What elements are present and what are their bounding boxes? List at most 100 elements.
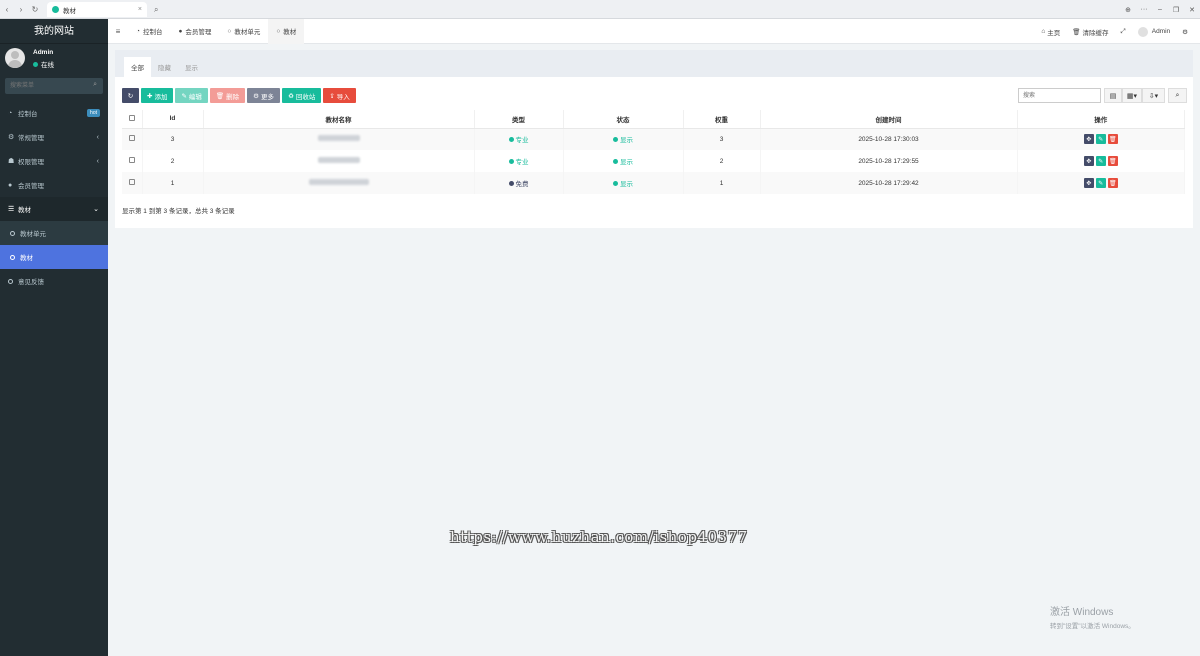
favicon-icon xyxy=(52,6,59,13)
tab-all[interactable]: 全部 xyxy=(124,57,151,77)
delete-row-button[interactable]: 🗑 xyxy=(1107,178,1118,188)
drag-sort-button[interactable]: ✥ xyxy=(1083,134,1094,145)
cell-name xyxy=(203,128,475,150)
hot-badge: hot xyxy=(87,109,100,117)
edit-row-button[interactable]: ✎ xyxy=(1095,178,1106,188)
import-button[interactable]: ⇪ 导入 xyxy=(323,88,356,103)
status-label[interactable]: 显示 xyxy=(620,178,633,188)
settings-button[interactable]: ⚙ xyxy=(1176,28,1194,36)
search-button[interactable]: ⌕ xyxy=(1168,88,1187,103)
recycle-bin-button[interactable]: ♻ 回收站 xyxy=(282,88,322,103)
sidebar-item-textbook-unit[interactable]: 教材单元 xyxy=(0,221,108,245)
toggle-view-button[interactable]: ▤ xyxy=(1104,88,1122,103)
redacted-name xyxy=(317,157,360,163)
table-header-row: Id 教材名称 类型 状态 权重 创建时间 操作 xyxy=(122,110,1185,129)
tab-dashboard[interactable]: ◔ 控制台 xyxy=(128,19,170,44)
table-search-input[interactable] xyxy=(1018,88,1101,103)
edit-row-button[interactable]: ✎ xyxy=(1095,134,1106,145)
export-button[interactable]: ⇩▾ xyxy=(1142,88,1165,103)
import-label: 导入 xyxy=(336,93,350,101)
drag-sort-button[interactable]: ✥ xyxy=(1083,156,1094,166)
restore-icon[interactable]: ❐ xyxy=(1168,6,1184,14)
list-icon: ☰ xyxy=(8,206,15,213)
globe-icon[interactable]: ⊕ xyxy=(1120,6,1136,14)
sidebar-item-dashboard[interactable]: ◔ 控制台 hot xyxy=(0,101,108,125)
status-label[interactable]: 显示 xyxy=(620,156,633,166)
sidebar-item-general[interactable]: ⚙ 常规管理 ‹ xyxy=(0,125,108,149)
tab-members[interactable]: ● 会员管理 xyxy=(170,19,219,44)
table-row: 3 专业 显示 3 2025-10-28 17:30:03 ✥ ✎ 🗑 xyxy=(122,128,1185,150)
col-id[interactable]: Id xyxy=(142,110,204,129)
tab-close-icon[interactable]: × xyxy=(138,6,142,13)
drag-sort-button[interactable]: ✥ xyxy=(1083,178,1094,188)
col-type[interactable]: 类型 xyxy=(474,110,564,129)
more-button[interactable]: ⚙ 更多 xyxy=(247,88,280,103)
col-weight[interactable]: 权重 xyxy=(683,110,761,129)
circle-icon xyxy=(10,230,15,236)
circle-icon xyxy=(8,278,13,284)
tab-hidden[interactable]: 隐藏 xyxy=(151,57,178,77)
sidebar: 我的网站 Admin 在线 ⌕ ◔ 控制台 hot ⚙ 常规管理 ‹ ☗ 权限管… xyxy=(0,19,108,656)
tab-search-icon[interactable]: ⌕ xyxy=(154,5,158,15)
col-status[interactable]: 状态 xyxy=(563,110,684,129)
tab-visible[interactable]: 显示 xyxy=(178,57,205,77)
edit-row-button[interactable]: ✎ xyxy=(1095,156,1106,166)
delete-button[interactable]: 🗑 删除 xyxy=(209,88,246,103)
add-button[interactable]: ✚ 添加 xyxy=(141,88,174,103)
minimize-icon[interactable]: – xyxy=(1152,6,1168,13)
avatar xyxy=(5,48,25,68)
cell-actions: ✥ ✎ 🗑 xyxy=(1017,128,1185,150)
row-select-cell xyxy=(122,172,143,194)
row-checkbox[interactable] xyxy=(128,157,135,163)
circle-icon: ○ xyxy=(276,27,281,35)
tab-textbook[interactable]: ○ 教材 xyxy=(268,18,305,44)
home-link[interactable]: ⌂ 主页 xyxy=(1035,27,1066,37)
user-status-label: 在线 xyxy=(41,62,54,69)
cell-id: 1 xyxy=(142,172,204,194)
row-checkbox[interactable] xyxy=(128,179,135,185)
cell-type: 专业 xyxy=(474,150,564,172)
refresh-button[interactable]: ↻ xyxy=(122,88,139,103)
add-label: 添加 xyxy=(154,93,168,101)
dashboard-icon: ◔ xyxy=(8,109,13,117)
sidebar-item-members[interactable]: ● 会员管理 xyxy=(0,173,108,197)
trash-icon: 🗑 xyxy=(215,92,225,100)
cell-status: 显示 xyxy=(563,150,684,172)
col-name[interactable]: 教材名称 xyxy=(203,110,475,129)
table-tools: ▤ ▦▾ ⇩▾ ⌕ xyxy=(1018,88,1187,103)
status-label[interactable]: 显示 xyxy=(620,134,633,144)
forward-icon[interactable]: › xyxy=(14,0,28,19)
cog-icon: ⚙ xyxy=(253,92,259,100)
reload-icon[interactable]: ↻ xyxy=(28,0,42,19)
circle-icon: ○ xyxy=(227,27,232,35)
browser-tab[interactable]: 教材 × xyxy=(47,2,147,17)
sidebar-item-textbook-group[interactable]: ☰ 教材 ⌄ xyxy=(0,197,108,221)
admin-menu[interactable]: Admin xyxy=(1132,26,1176,37)
more-icon[interactable]: ··· xyxy=(1136,6,1152,13)
search-icon[interactable]: ⌕ xyxy=(93,81,97,89)
sidebar-search-input[interactable] xyxy=(5,78,89,94)
fullscreen-button[interactable]: ⤢ xyxy=(1115,28,1132,36)
cell-created: 2025-10-28 17:29:55 xyxy=(760,150,1018,172)
sidebar-item-label: 常规管理 xyxy=(18,135,44,142)
col-created[interactable]: 创建时间 xyxy=(760,110,1018,129)
site-logo[interactable]: 我的网站 xyxy=(0,19,108,44)
sidebar-item-label: 控制台 xyxy=(18,111,38,118)
sidebar-item-auth[interactable]: ☗ 权限管理 ‹ xyxy=(0,149,108,173)
close-window-icon[interactable]: ✕ xyxy=(1184,6,1200,14)
clear-cache-button[interactable]: 🗑 清除缓存 xyxy=(1066,27,1114,37)
sidebar-item-feedback[interactable]: 意见反馈 xyxy=(0,269,108,293)
edit-button[interactable]: ✎ 编辑 xyxy=(175,88,208,103)
menu-toggle-icon[interactable]: ≡ xyxy=(108,27,128,36)
columns-button[interactable]: ▦▾ xyxy=(1122,88,1142,103)
activation-subtitle: 转到"设置"以激活 Windows。 xyxy=(1050,623,1135,630)
select-all-checkbox[interactable] xyxy=(128,114,135,121)
delete-row-button[interactable]: 🗑 xyxy=(1107,134,1118,145)
row-checkbox[interactable] xyxy=(128,135,135,142)
delete-row-button[interactable]: 🗑 xyxy=(1107,156,1118,166)
sidebar-item-textbook[interactable]: 教材 xyxy=(0,245,108,269)
cell-weight: 2 xyxy=(683,150,761,172)
back-icon[interactable]: ‹ xyxy=(0,0,14,19)
tab-textbook-unit[interactable]: ○ 教材单元 xyxy=(219,19,268,44)
user-icon: ● xyxy=(8,181,13,189)
